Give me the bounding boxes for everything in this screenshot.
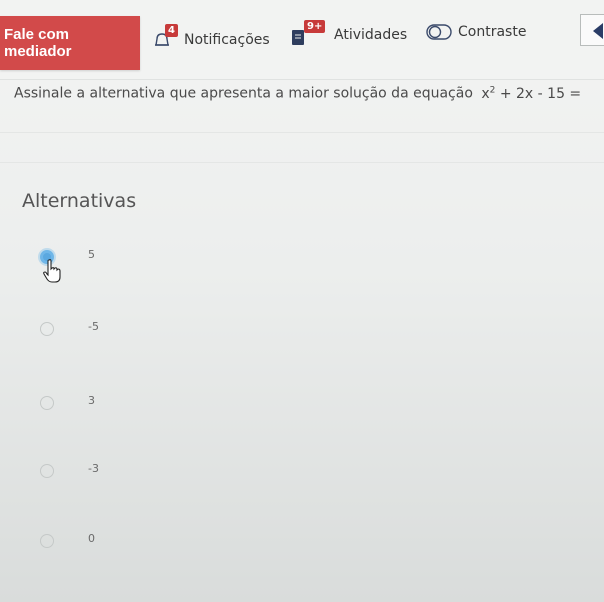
- bell-icon: 4: [152, 24, 178, 50]
- question-statement: Assinale a alternativa que apresenta a m…: [14, 85, 604, 102]
- radio-button[interactable]: [40, 464, 54, 478]
- alternative-label: -3: [88, 462, 99, 475]
- alternative-option-4[interactable]: -3: [40, 462, 99, 478]
- notifications-link[interactable]: 4 Notificações: [152, 24, 270, 50]
- radio-button[interactable]: [40, 322, 54, 336]
- book-icon: 9+: [290, 20, 326, 46]
- radio-button[interactable]: [40, 534, 54, 548]
- contrast-toggle[interactable]: Contraste: [426, 24, 526, 40]
- top-bar: Fale com mediador 4 Notificações 9+ Ativ…: [0, 0, 604, 80]
- alternative-label: 3: [88, 394, 95, 407]
- contrast-label: Contraste: [458, 24, 527, 40]
- activities-label: Atividades: [334, 27, 408, 43]
- alternative-option-2[interactable]: -5: [40, 320, 99, 336]
- alternative-option-3[interactable]: 3: [40, 394, 95, 410]
- question-text: Assinale a alternativa que apresenta a m…: [14, 85, 473, 102]
- alternative-label: 0: [88, 532, 95, 545]
- hand-cursor-icon: [42, 258, 64, 288]
- activities-link[interactable]: 9+ Atividades: [290, 20, 408, 46]
- mediator-button-label: Fale com mediador: [4, 26, 72, 60]
- question-equation: x2 + 2x - 15 =: [481, 85, 582, 102]
- talk-to-mediator-button[interactable]: Fale com mediador: [0, 16, 140, 70]
- divider: [0, 132, 604, 133]
- alternative-label: -5: [88, 320, 99, 333]
- alternative-label: 5: [88, 248, 95, 261]
- radio-button[interactable]: [40, 396, 54, 410]
- contrast-icon: [426, 24, 452, 40]
- activities-badge: 9+: [304, 20, 326, 33]
- notifications-label: Notificações: [184, 32, 270, 48]
- notifications-badge: 4: [165, 24, 178, 37]
- audio-toggle[interactable]: [580, 14, 604, 46]
- alternative-option-5[interactable]: 0: [40, 532, 95, 548]
- divider: [0, 162, 604, 163]
- speaker-icon: [593, 23, 603, 39]
- alternatives-title: Alternativas: [22, 190, 137, 212]
